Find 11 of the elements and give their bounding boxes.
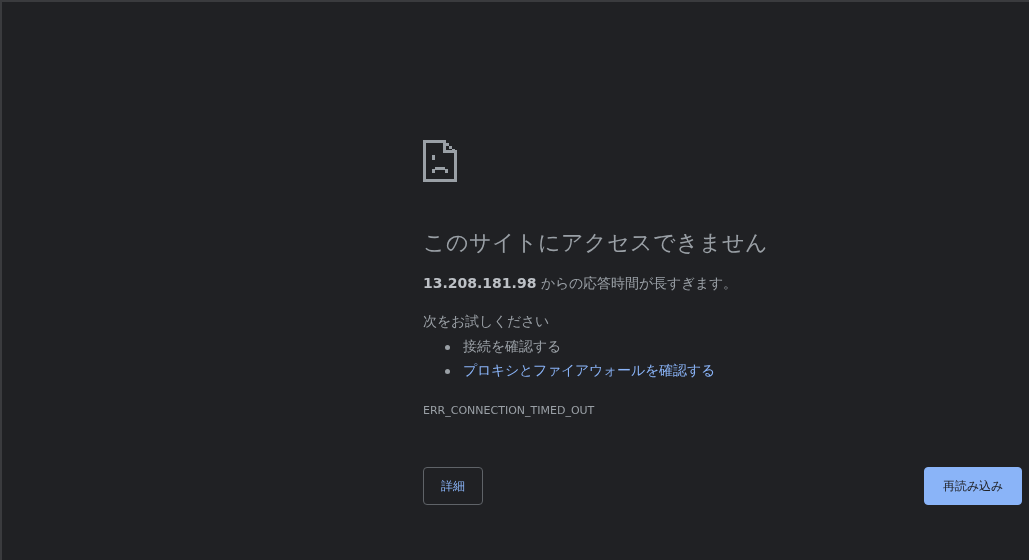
error-code: ERR_CONNECTION_TIMED_OUT	[423, 403, 595, 419]
sad-page-icon	[423, 140, 457, 182]
error-heading: このサイトにアクセスできません	[423, 229, 768, 257]
suggestion-link[interactable]: プロキシとファイアウォールを確認する	[463, 362, 715, 380]
bullet-icon	[445, 368, 450, 374]
error-message: 13.208.181.98 からの応答時間が長すぎます。	[423, 274, 737, 293]
suggestions-title: 次をお試しください	[423, 312, 549, 331]
suggestion-text: 接続を確認する	[463, 338, 561, 356]
details-button[interactable]: 詳細	[423, 467, 483, 505]
reload-button[interactable]: 再読み込み	[924, 467, 1022, 505]
bullet-icon	[445, 344, 450, 350]
